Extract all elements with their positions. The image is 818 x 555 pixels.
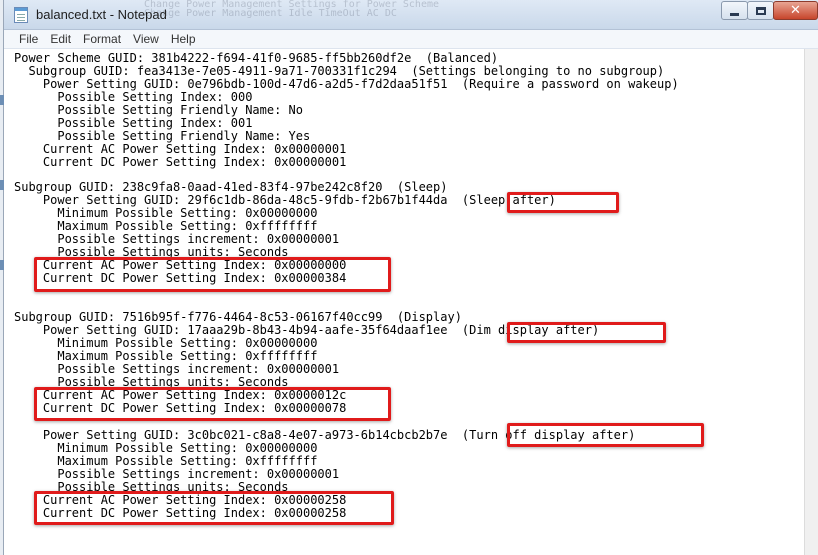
text-line: Subgroup GUID: 238c9fa8-0aad-41ed-83f4-9… xyxy=(14,180,448,194)
text-editor-area[interactable]: Current DC Power Setting Index: 0x000002… xyxy=(4,49,804,555)
menu-edit[interactable]: Edit xyxy=(45,30,76,48)
text-line: Current AC Power Setting Index: 0x000000… xyxy=(14,142,347,156)
close-button[interactable]: ✕ xyxy=(773,1,818,20)
menu-format[interactable]: Format xyxy=(78,30,126,48)
text-line: Minimum Possible Setting: 0x00000000 xyxy=(14,206,318,220)
title-bar[interactable]: Change Power Management Settings for Pow… xyxy=(4,0,818,30)
text-line: Possible Settings increment: 0x00000001 xyxy=(14,232,340,246)
text-line: Power Setting GUID: 29f6c1db-86da-48c5-9… xyxy=(14,193,556,207)
maximize-button[interactable] xyxy=(747,1,774,20)
text-line: Minimum Possible Setting: 0x00000000 xyxy=(14,441,318,455)
text-line: Maximum Possible Setting: 0xffffffff xyxy=(14,349,318,363)
text-line: Possible Setting Index: 001 xyxy=(14,116,253,130)
highlight-box-dim-values xyxy=(34,387,391,421)
menu-bar: File Edit Format View Help xyxy=(4,30,818,49)
minimize-icon xyxy=(730,12,739,16)
text-line: Current DC Power Setting Index: 0x000000… xyxy=(14,155,347,169)
notepad-icon[interactable] xyxy=(14,7,28,23)
menu-view[interactable]: View xyxy=(128,30,164,48)
highlight-box-sleep-values xyxy=(34,257,391,292)
text-line: Subgroup GUID: fea3413e-7e05-4911-9a71-7… xyxy=(14,64,665,78)
highlight-box-turn-off-values xyxy=(34,491,394,525)
close-icon: ✕ xyxy=(790,3,801,18)
background-window-text: Change Power Management Settings for Pow… xyxy=(144,0,724,24)
text-line: Possible Settings increment: 0x00000001 xyxy=(14,362,340,376)
text-line: Power Setting GUID: 0e796bdb-100d-47d6-a… xyxy=(14,77,679,91)
vertical-scrollbar[interactable] xyxy=(804,49,818,555)
text-line: Possible Setting Index: 000 xyxy=(14,90,253,104)
text-line: Minimum Possible Setting: 0x00000000 xyxy=(14,336,318,350)
text-line: Subgroup GUID: 7516b95f-f776-4464-8c53-0… xyxy=(14,310,462,324)
menu-file[interactable]: File xyxy=(14,30,43,48)
text-line: Possible Setting Friendly Name: Yes xyxy=(14,129,311,143)
background-text-line: Change Power Management Idle TimeOut AC … xyxy=(144,8,397,19)
maximize-icon xyxy=(755,6,766,15)
highlight-box-sleep-after xyxy=(507,192,619,213)
text-line: Maximum Possible Setting: 0xffffffff xyxy=(14,219,318,233)
text-line: Possible Setting Friendly Name: No xyxy=(14,103,303,117)
highlight-box-turn-off-display xyxy=(507,423,704,447)
minimize-button[interactable] xyxy=(721,1,748,20)
text-line: Possible Settings increment: 0x00000001 xyxy=(14,467,340,481)
window-title: balanced.txt - Notepad xyxy=(36,7,167,22)
highlight-box-dim-display xyxy=(507,322,666,343)
text-line: Maximum Possible Setting: 0xffffffff xyxy=(14,454,318,468)
text-line: Power Scheme GUID: 381b4222-f694-41f0-96… xyxy=(14,51,499,65)
menu-help[interactable]: Help xyxy=(166,30,201,48)
